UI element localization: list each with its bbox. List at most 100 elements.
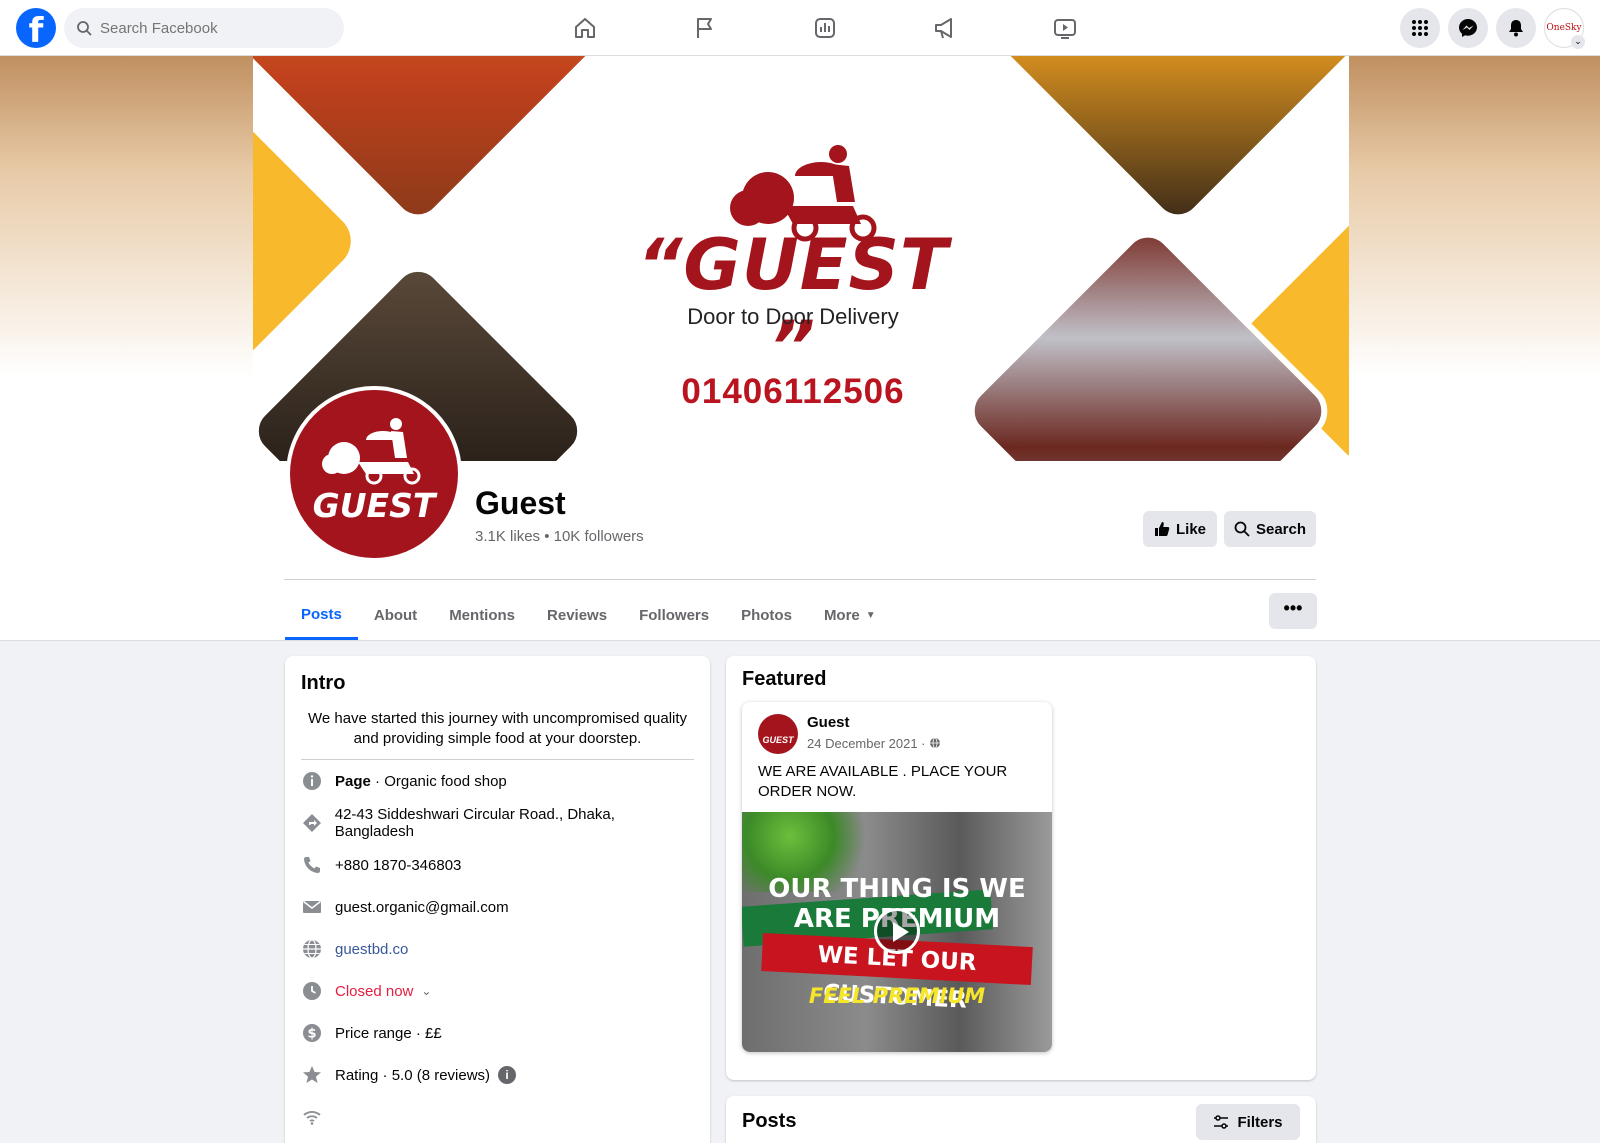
intro-card: Intro We have started this journey with … [285, 656, 710, 1143]
wifi-icon [303, 1111, 321, 1125]
intro-address-row[interactable]: 42-43 Siddeshwari Circular Road., Dhaka,… [301, 802, 694, 844]
search-icon [77, 21, 92, 36]
intro-rating-row[interactable]: Rating · 5.0 (8 reviews) i [301, 1054, 694, 1096]
caret-down-icon: ▼ [865, 610, 876, 621]
featured-post-author[interactable]: Guest [807, 714, 850, 731]
featured-title: Featured [742, 668, 827, 690]
cover-phone-number: 01406112506 [681, 372, 905, 411]
pages-flag-icon [697, 18, 712, 38]
tab-reviews-label: Reviews [547, 607, 608, 624]
notifications-button[interactable] [1496, 8, 1536, 48]
thumbs-up-icon [1154, 522, 1170, 536]
tab-followers[interactable]: Followers [623, 592, 725, 640]
insights-icon [815, 18, 835, 38]
page-search-button[interactable]: Search [1224, 511, 1316, 547]
profile-logo-text: GUEST [312, 486, 436, 525]
page-profile-picture[interactable]: GUEST [286, 386, 462, 562]
grid-menu-icon [1412, 20, 1428, 36]
category-value: · Organic food shop [370, 772, 507, 790]
bell-icon [1509, 20, 1523, 37]
intro-website-row[interactable]: guestbd.co [301, 928, 694, 970]
chevron-down-icon[interactable]: ⌄ [421, 984, 431, 998]
tab-photos[interactable]: Photos [725, 592, 808, 640]
category-prefix: Page [335, 772, 371, 790]
intro-price-row: $ Price range · ££ [301, 1012, 694, 1054]
search-button-label: Search [1255, 520, 1307, 538]
tab-mentions-label: Mentions [449, 607, 516, 624]
play-icon[interactable] [874, 908, 920, 954]
featured-post-text: WE ARE AVAILABLE . PLACE YOUR ORDER NOW. [758, 763, 1008, 800]
intro-website-link[interactable]: guestbd.co [335, 941, 408, 958]
tab-mentions[interactable]: Mentions [433, 592, 531, 640]
tab-posts[interactable]: Posts [285, 592, 358, 640]
search-facebook-box[interactable] [64, 8, 344, 48]
messenger-button[interactable] [1448, 8, 1488, 48]
intro-price-range: Price range · ££ [335, 1024, 442, 1042]
page-stats[interactable]: 3.1K likes • 10K followers [475, 528, 644, 545]
tab-about-label: About [373, 607, 418, 624]
intro-wifi-row [301, 1096, 694, 1138]
info-icon[interactable]: i [498, 1066, 517, 1084]
intro-hours-row[interactable]: Closed now ⌄ [301, 970, 694, 1012]
intro-address: 42-43 Siddeshwari Circular Road., Dhaka,… [334, 806, 615, 840]
svg-text:$: $ [307, 1027, 316, 1042]
filters-button[interactable]: Filters [1196, 1104, 1300, 1140]
featured-card: Featured GUEST Guest 24 December 2021 · … [726, 656, 1316, 1080]
nav-ads[interactable] [885, 0, 1005, 56]
nav-pages[interactable] [645, 0, 765, 56]
profile-avatar[interactable]: OneSky ⌄ [1544, 8, 1585, 49]
ads-megaphone-icon [935, 18, 952, 39]
filters-label: Filters [1237, 1113, 1283, 1131]
like-button[interactable]: Like [1143, 511, 1217, 547]
tab-about[interactable]: About [358, 592, 433, 640]
watch-video-icon [1054, 19, 1076, 39]
info-icon [303, 772, 321, 790]
menu-button[interactable] [1400, 8, 1440, 48]
page-tabs: Posts About Mentions Reviews Followers P… [285, 592, 892, 640]
intro-email-row[interactable]: guest.organic@gmail.com [301, 886, 694, 928]
home-icon [575, 18, 595, 38]
globe-icon [303, 939, 321, 959]
tab-more[interactable]: More ▼ [808, 592, 892, 640]
intro-rating: Rating · 5.0 (8 reviews) [335, 1066, 491, 1084]
intro-hours-status[interactable]: Closed now [335, 983, 413, 1000]
nav-watch[interactable] [1005, 0, 1125, 56]
phone-icon [304, 857, 320, 873]
nav-insights[interactable] [765, 0, 885, 56]
like-button-label: Like [1175, 520, 1206, 538]
posts-card: Posts Filters [726, 1096, 1316, 1143]
more-options-button[interactable]: ••• [1269, 593, 1317, 629]
intro-email: guest.organic@gmail.com [335, 898, 509, 916]
profile-logo: GUEST [290, 390, 458, 558]
messenger-icon [1459, 19, 1477, 37]
cover-jars-photo [987, 56, 1349, 232]
tab-more-label: More [823, 607, 860, 624]
intro-bio: We have started this journey with uncomp… [307, 710, 688, 747]
tab-followers-label: Followers [639, 607, 710, 624]
tab-reviews[interactable]: Reviews [531, 592, 623, 640]
featured-post-avatar[interactable]: GUEST [758, 714, 798, 754]
chevron-down-icon[interactable]: ⌄ [1571, 35, 1585, 49]
featured-post-date-row: 24 December 2021 · [807, 736, 941, 751]
intro-category-text: Page · Organic food shop [335, 773, 507, 790]
featured-post[interactable]: GUEST Guest 24 December 2021 · WE ARE AV… [742, 702, 1052, 1052]
intro-phone: +880 1870-346803 [335, 856, 462, 874]
cover-tagline: Door to Door Delivery [687, 304, 899, 329]
envelope-icon [303, 900, 321, 913]
intro-title: Intro [301, 672, 346, 694]
featured-post-date[interactable]: 24 December 2021 · [807, 736, 929, 751]
media-tagline: FEEL PREMIUM [808, 984, 986, 1008]
delivery-scooter-icon [322, 418, 421, 485]
facebook-logo[interactable]: f [16, 8, 56, 48]
globe-icon [930, 737, 941, 749]
featured-post-video[interactable]: OUR THING IS WE ARE PREMIUM WE LET OUR C… [742, 812, 1052, 1052]
top-navigation-bar: f OneSky ⌄ [0, 0, 1600, 56]
star-icon [303, 1066, 321, 1083]
tab-posts-label: Posts [301, 605, 342, 623]
intro-phone-row[interactable]: +880 1870-346803 [301, 844, 694, 886]
directions-icon [302, 814, 321, 832]
search-input[interactable] [100, 19, 320, 37]
tab-photos-label: Photos [741, 607, 792, 624]
search-icon [1234, 521, 1250, 537]
nav-home[interactable] [525, 0, 645, 56]
